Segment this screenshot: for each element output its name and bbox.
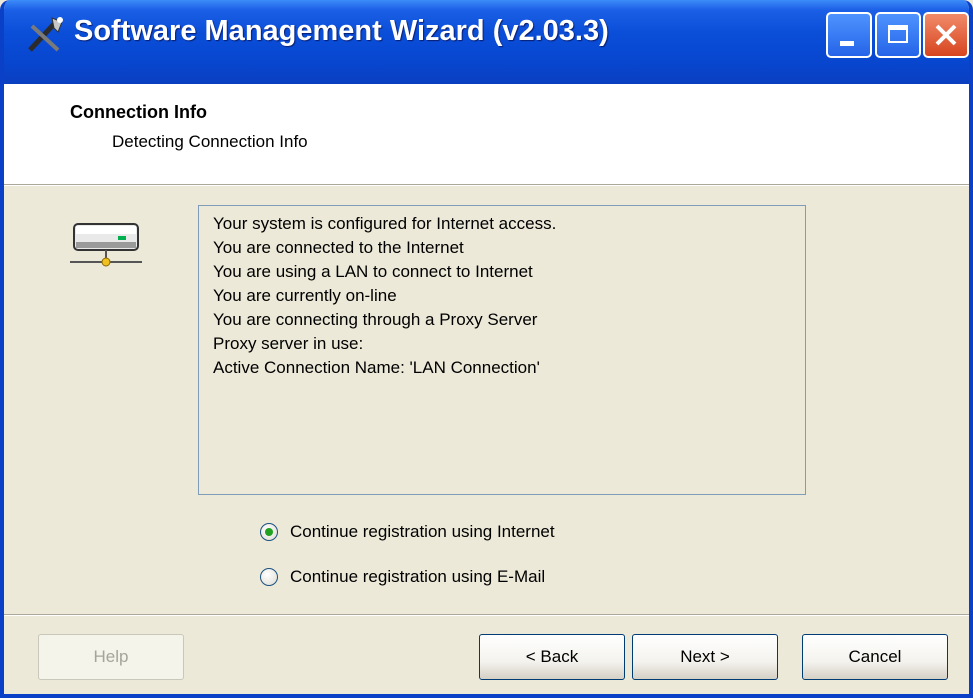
status-line: You are connected to the Internet [213, 238, 464, 257]
connection-status-box: Your system is configured for Internet a… [198, 205, 806, 495]
status-line: You are using a LAN to connect to Intern… [213, 262, 533, 281]
radio-internet[interactable]: Continue registration using Internet [260, 522, 555, 542]
page-title: Connection Info [70, 102, 207, 122]
status-line: You are currently on-line [213, 286, 397, 305]
wizard-tools-icon [28, 17, 63, 52]
maximize-icon [888, 25, 908, 43]
radio-email-label[interactable]: Continue registration using E-Mail [290, 567, 545, 587]
radio-internet-label[interactable]: Continue registration using Internet [290, 522, 555, 542]
radio-internet-circle[interactable] [260, 523, 278, 541]
minimize-icon [840, 41, 854, 46]
header-divider [4, 184, 969, 186]
close-icon [935, 24, 957, 46]
wizard-header: Connection Info Detecting Connection Inf… [4, 84, 969, 184]
status-line: Proxy server in use: [213, 334, 364, 353]
radio-email-circle[interactable] [260, 568, 278, 586]
radio-selected-dot [265, 528, 273, 536]
next-button[interactable]: Next > [632, 634, 778, 680]
page-subtitle: Detecting Connection Info [112, 132, 308, 151]
cancel-button[interactable]: Cancel [802, 634, 948, 680]
help-button[interactable]: Help [38, 634, 184, 680]
minimize-button[interactable] [826, 12, 872, 58]
wizard-window: Software Management Wizard (v2.03.3) Con… [0, 0, 973, 698]
close-button[interactable] [923, 12, 969, 58]
network-lan-icon [70, 223, 142, 267]
radio-email[interactable]: Continue registration using E-Mail [260, 567, 545, 587]
maximize-button[interactable] [875, 12, 921, 58]
title-bar[interactable]: Software Management Wizard (v2.03.3) [4, 0, 969, 84]
status-line: Your system is configured for Internet a… [213, 214, 557, 233]
status-line: You are connecting through a Proxy Serve… [213, 310, 538, 329]
window-title: Software Management Wizard (v2.03.3) [74, 15, 609, 47]
back-button[interactable]: < Back [479, 634, 625, 680]
footer-divider [4, 614, 969, 616]
status-line: Active Connection Name: 'LAN Connection' [213, 358, 540, 377]
